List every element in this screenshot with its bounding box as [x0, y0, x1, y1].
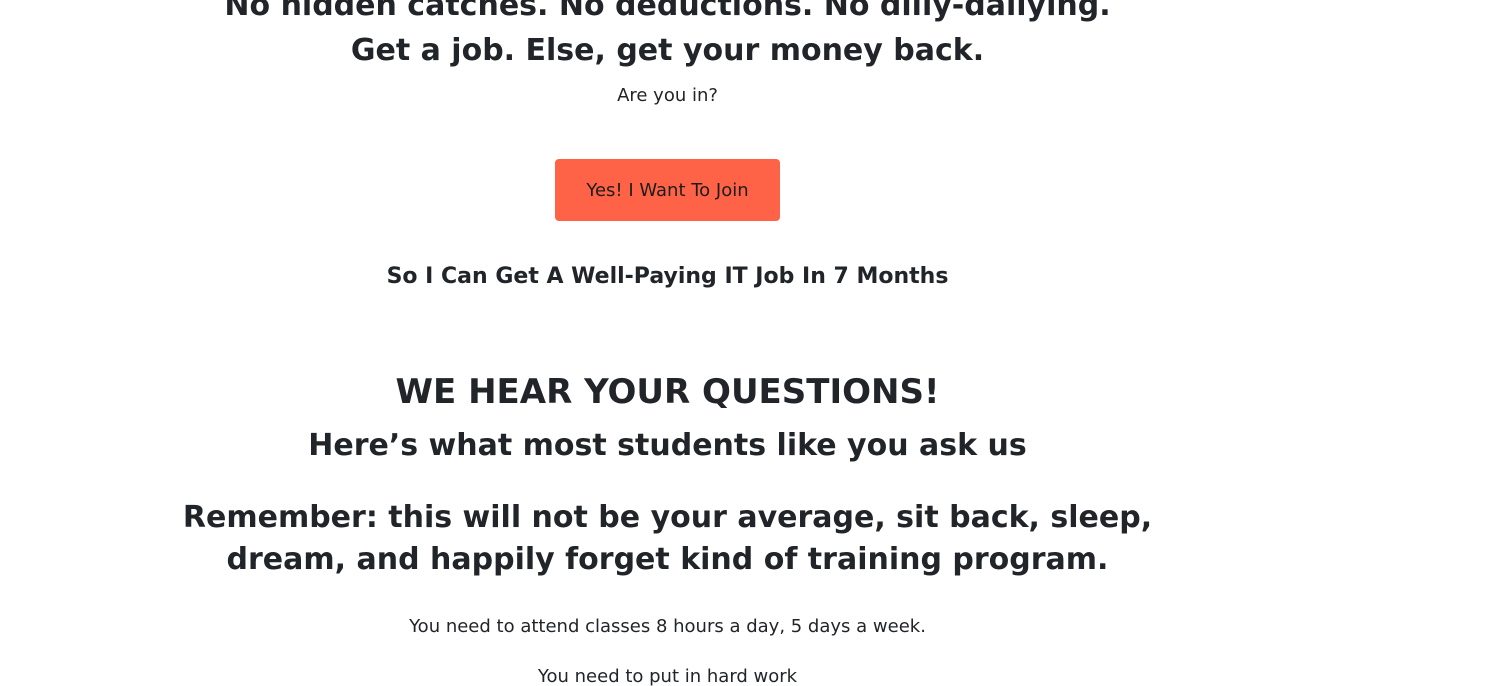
- cta-subtext: So I Can Get A Well-Paying IT Job In 7 M…: [386, 264, 949, 289]
- remember-text: Remember: this will not be your average,…: [182, 500, 1153, 577]
- are-you-in-text: Are you in?: [617, 85, 718, 106]
- questions-subtitle: Here’s what most students like you ask u…: [308, 428, 1027, 463]
- requirement-classes: You need to attend classes 8 hours a day…: [409, 616, 926, 637]
- hero-line-2: Get a job. Else, get your money back.: [350, 33, 985, 68]
- questions-title: WE HEAR YOUR QUESTIONS!: [395, 372, 940, 412]
- requirement-hard-work: You need to put in hard work: [537, 666, 798, 686]
- page: No hidden catches. No deductions. No dil…: [0, 0, 1492, 686]
- hero-line-1: No hidden catches. No deductions. No dil…: [224, 0, 1111, 23]
- join-button[interactable]: Yes! I Want To Join: [555, 159, 780, 221]
